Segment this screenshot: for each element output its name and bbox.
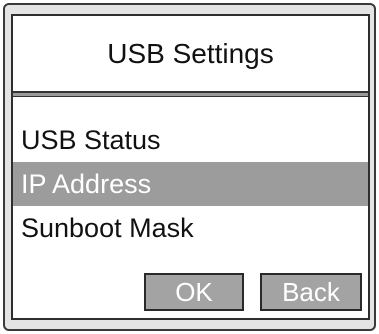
back-button[interactable]: Back	[260, 273, 362, 311]
dialog-title: USB Settings	[107, 37, 274, 69]
settings-menu: USB Status IP Address Sunboot Mask	[13, 118, 368, 250]
title-divider	[13, 91, 368, 97]
menu-item-usb-status[interactable]: USB Status	[13, 118, 368, 162]
lcd-screen: USB Settings USB Status IP Address Sunbo…	[11, 14, 370, 320]
menu-item-sunboot-mask[interactable]: Sunboot Mask	[13, 206, 368, 250]
device-frame: USB Settings USB Status IP Address Sunbo…	[3, 3, 376, 331]
ok-button[interactable]: OK	[144, 273, 244, 311]
title-bar: USB Settings	[13, 16, 368, 91]
menu-item-ip-address[interactable]: IP Address	[13, 162, 368, 206]
